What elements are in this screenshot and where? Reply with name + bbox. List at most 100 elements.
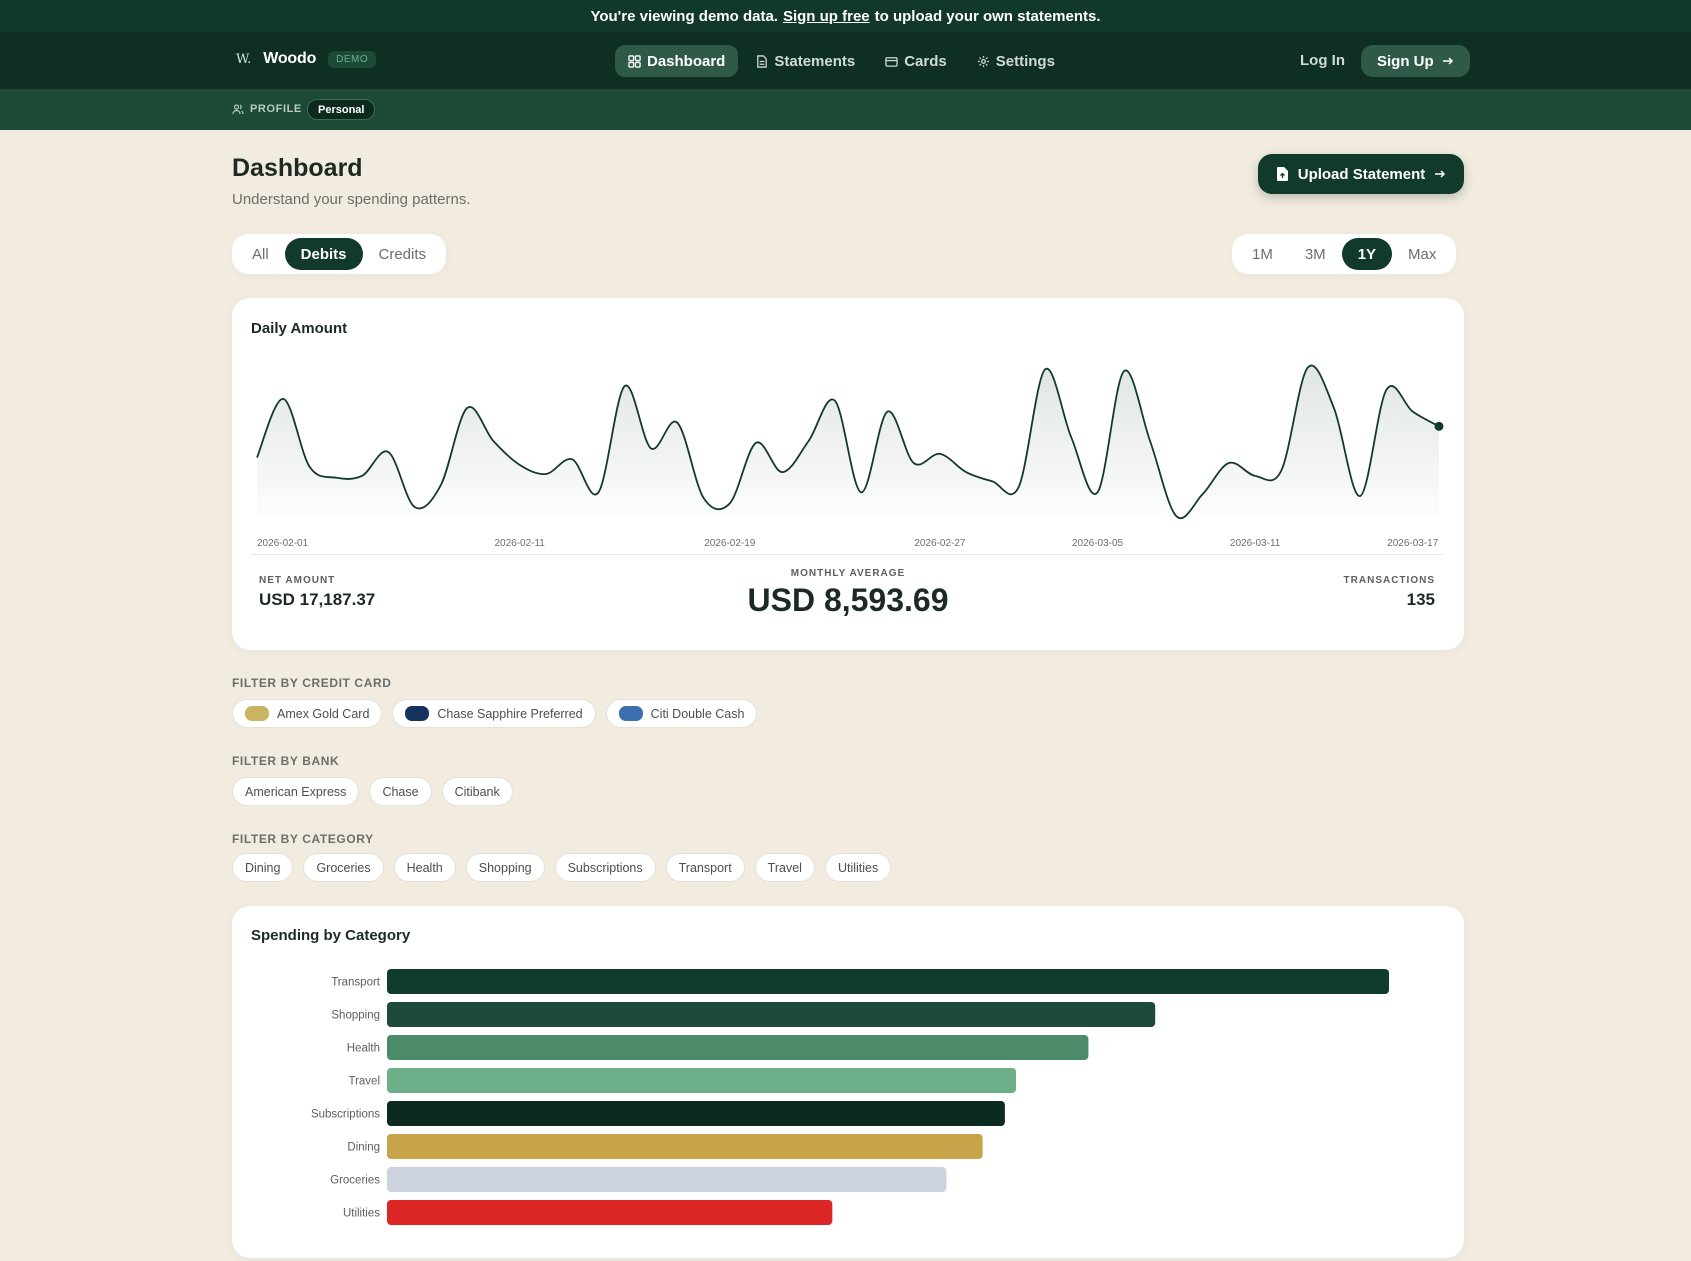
demo-banner: You're viewing demo data. Sign up free t… [0,0,1691,32]
category-label: Transport [331,977,381,989]
filter-bank-american-express[interactable]: American Express [232,777,360,806]
category-bar [387,1068,1017,1093]
category-bar [387,1101,1005,1126]
x-tick-label: 2026-02-11 [494,538,545,549]
monthly-average-label: MONTHLY AVERAGE [790,568,906,579]
category-bar [387,1002,1156,1027]
filter-card-chase-sapphire[interactable]: Chase Sapphire Preferred [392,699,596,728]
credit-card-filters: Amex Gold Card Chase Sapphire Preferred … [232,699,758,728]
nav-cards-label: Cards [904,52,947,70]
category-bar [387,969,1389,994]
profile-label-text: PROFILE [250,103,302,115]
x-tick-label: 2026-03-11 [1230,538,1281,549]
range-3m[interactable]: 3M [1289,238,1342,270]
filter-category-groceries[interactable]: Groceries [303,853,384,882]
daily-amount-chart: 2026-02-01 2026-02-11 2026-02-19 2026-02-27… [256,364,1444,549]
profile-label: PROFILE [232,103,302,115]
category-label: Health [347,1043,380,1055]
signup-label: Sign Up [1377,52,1434,70]
filter-card-label: Citi Double Cash [650,706,745,721]
filter-card-label: Chase Sapphire Preferred [437,706,583,721]
filter-bank-citibank[interactable]: Citibank [441,777,513,806]
chase-card-icon [405,706,430,721]
filter-credit-card-label: FILTER BY CREDIT CARD [232,676,392,690]
x-tick-label: 2026-02-27 [914,538,966,549]
nav-settings[interactable]: Settings [964,45,1068,77]
x-tick-label: 2026-02-19 [704,538,756,549]
demo-badge: DEMO [328,50,377,68]
x-tick-label: 2026-03-05 [1072,538,1124,549]
profile-selector[interactable]: Personal [307,99,376,120]
signup-button[interactable]: Sign Up [1361,45,1470,77]
gear-icon [977,55,989,67]
category-label: Shopping [331,1010,380,1022]
signup-free-link[interactable]: Sign up free [783,8,870,25]
citi-card-icon [618,706,643,721]
top-navigation: W. Woodo DEMO Dashboard Statements Cards… [0,32,1691,89]
login-link[interactable]: Log In [1300,52,1345,69]
tab-debits[interactable]: Debits [284,238,363,270]
upload-statement-button[interactable]: Upload Statement [1258,154,1464,194]
filter-category-shopping[interactable]: Shopping [465,853,545,882]
file-upload-icon [1276,167,1288,181]
grid-icon [628,54,641,68]
users-icon [232,104,244,115]
category-label: Subscriptions [311,1109,380,1121]
filter-category-dining[interactable]: Dining [232,853,294,882]
brand-name: Woodo [263,50,317,67]
filter-card-citi-double-cash[interactable]: Citi Double Cash [605,699,758,728]
amex-card-icon [245,706,269,721]
spending-by-category-chart: Transport Shopping Health Travel Subscriptio… [311,969,1389,1225]
stats-divider [251,554,1443,555]
category-label: Dining [347,1142,380,1154]
nav-statements[interactable]: Statements [742,45,868,77]
tab-credits[interactable]: Credits [363,238,443,270]
filter-category-utilities[interactable]: Utilities [824,853,892,882]
nav-dashboard-label: Dashboard [647,52,726,70]
brand[interactable]: W. Woodo DEMO [236,50,377,68]
category-filters: Dining Groceries Health Shopping Subscri… [232,853,892,882]
range-1m[interactable]: 1M [1236,238,1289,270]
page-title: Dashboard [232,154,363,182]
upload-statement-label: Upload Statement [1297,165,1426,183]
range-1y[interactable]: 1Y [1341,238,1393,270]
spending-by-category-card: Spending by Category Transport Shopping He… [232,906,1464,1258]
document-icon [757,54,768,68]
banner-text-prefix: You're viewing demo data. [590,7,778,25]
spending-by-category-title: Spending by Category [251,927,411,944]
daily-amount-last-point [1434,421,1444,431]
time-range-tabs: 1M 3M 1Y Max [1232,234,1457,274]
filter-category-travel[interactable]: Travel [754,853,815,882]
arrow-right-icon [1435,170,1446,178]
range-max[interactable]: Max [1392,238,1452,270]
filter-bank-label: FILTER BY BANK [232,754,340,768]
banner-text-suffix: to upload your own statements. [874,7,1101,25]
card-icon [885,56,898,67]
filter-category-label: FILTER BY CATEGORY [232,832,374,846]
filter-category-transport[interactable]: Transport [665,853,745,882]
nav-dashboard[interactable]: Dashboard [615,45,739,77]
category-bar [387,1167,947,1192]
filter-category-health[interactable]: Health [393,853,456,882]
category-bar [387,1134,983,1159]
filter-bank-chase[interactable]: Chase [369,777,432,806]
filter-card-amex-gold[interactable]: Amex Gold Card [232,699,383,728]
category-label: Travel [348,1076,380,1088]
tab-all[interactable]: All [236,238,285,270]
profile-bar: PROFILE Personal [0,89,1691,130]
category-bar [387,1035,1089,1060]
monthly-average-value: USD 8,593.69 [747,582,949,618]
x-tick-label: 2026-02-01 [257,538,309,549]
transactions-value: 135 [1406,590,1435,609]
nav-cards[interactable]: Cards [872,45,960,77]
nav-settings-label: Settings [995,52,1055,70]
arrow-right-icon [1442,57,1453,65]
filter-category-subscriptions[interactable]: Subscriptions [554,853,656,882]
transactions-label: TRANSACTIONS [1343,575,1435,586]
page-subtitle: Understand your spending patterns. [232,191,471,208]
daily-amount-title: Daily Amount [251,320,348,337]
daily-amount-card: Daily Amount 2026-02-01 2026-02-11 2026-02… [232,298,1464,650]
nav-links: Dashboard Statements Cards Settings [615,45,1068,77]
category-label: Utilities [343,1208,380,1220]
category-bar [387,1200,833,1225]
